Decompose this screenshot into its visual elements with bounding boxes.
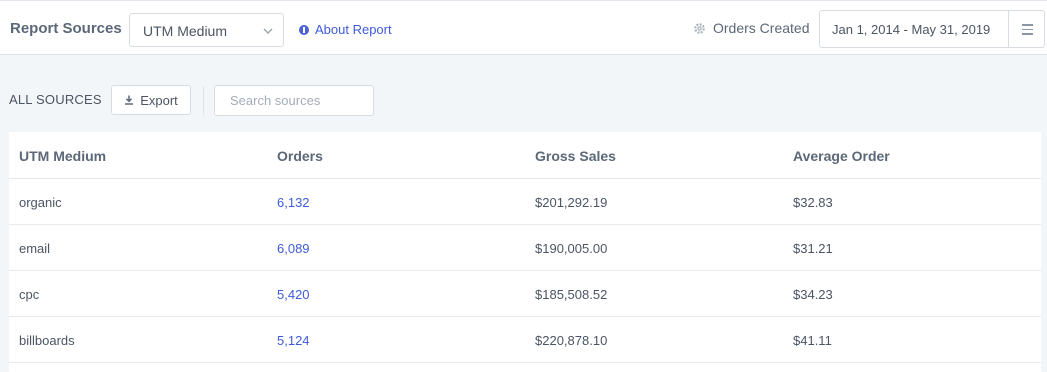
report-source-select-value: UTM Medium [143, 23, 228, 39]
gear-icon [694, 22, 705, 34]
average-order-cell: $32.83 [793, 195, 833, 210]
medium-cell: email [19, 241, 51, 256]
average-order-cell: $31.21 [793, 241, 833, 256]
average-order-cell: $41.11 [793, 333, 832, 348]
about-report-label: About Report [315, 22, 392, 37]
orders-link[interactable]: 5,420 [277, 287, 310, 302]
toolbar-divider [203, 86, 204, 115]
export-label: Export [140, 92, 178, 108]
table-header: UTM Medium Orders Gross Sales Average Or… [9, 132, 1041, 179]
table-row: billboards 5,124 $220,878.10 $41.11 [9, 317, 1041, 363]
orders-link[interactable]: 6,132 [277, 195, 310, 210]
download-icon [125, 95, 134, 105]
column-header-orders[interactable]: Orders [277, 148, 323, 164]
gross-sales-cell: $185,508.52 [535, 287, 608, 302]
gross-sales-cell: $190,005.00 [535, 241, 608, 256]
orders-link[interactable]: 6,089 [277, 241, 310, 256]
average-order-cell: $34.23 [793, 287, 833, 302]
gross-sales-cell: $201,292.19 [535, 195, 608, 210]
orders-created-setting[interactable]: Orders Created [693, 20, 809, 36]
orders-created-label: Orders Created [713, 20, 810, 36]
orders-link[interactable]: 5,124 [277, 333, 310, 348]
medium-cell: billboards [19, 333, 75, 348]
report-source-select[interactable]: UTM Medium [129, 13, 284, 47]
about-report-link[interactable]: About Report [299, 22, 392, 37]
export-button[interactable]: Export [111, 85, 191, 115]
column-header-gross-sales[interactable]: Gross Sales [535, 148, 616, 164]
medium-cell: cpc [19, 287, 40, 302]
column-header-utm-medium[interactable]: UTM Medium [19, 148, 106, 164]
table-row: email 6,089 $190,005.00 $31.21 [9, 225, 1041, 271]
table-row: cpc 5,420 $185,508.52 $34.23 [9, 271, 1041, 317]
chevron-down-icon [263, 28, 273, 34]
sources-table: UTM Medium Orders Gross Sales Average Or… [9, 132, 1041, 372]
search-input[interactable] [214, 85, 374, 116]
report-header: Report Sources UTM Medium About Report O… [0, 0, 1047, 55]
column-header-average-order[interactable]: Average Order [793, 148, 890, 164]
date-range-value: Jan 1, 2014 - May 31, 2019 [832, 22, 991, 37]
hamburger-menu-icon[interactable] [1008, 11, 1044, 47]
medium-cell: organic [19, 195, 62, 210]
info-icon [299, 24, 309, 35]
table-row: organic 6,132 $201,292.19 $32.83 [9, 179, 1041, 225]
gross-sales-cell: $220,878.10 [535, 333, 608, 348]
date-range-picker[interactable]: Jan 1, 2014 - May 31, 2019 [819, 10, 1045, 48]
page-title: Report Sources [10, 20, 122, 37]
all-sources-label: ALL SOURCES [9, 92, 102, 107]
